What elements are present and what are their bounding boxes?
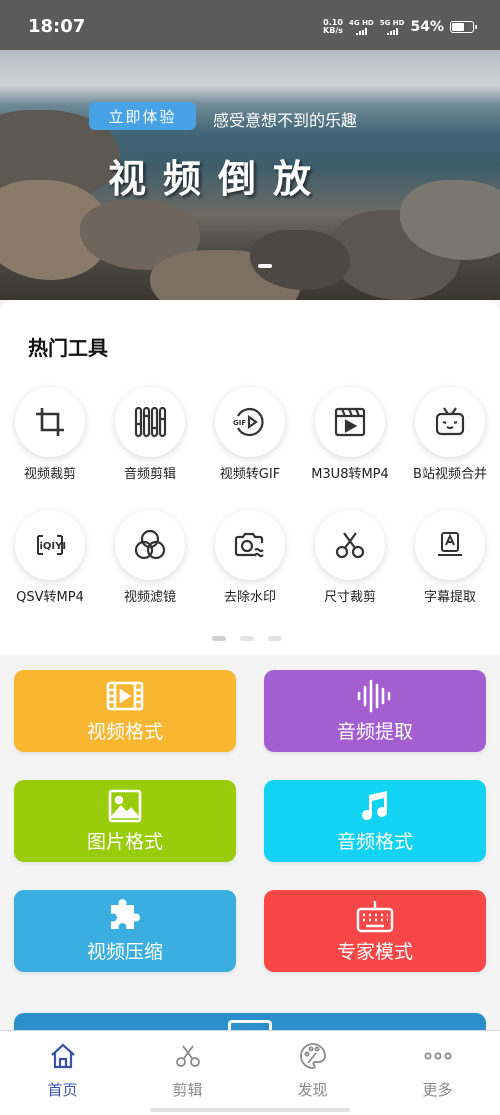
scissors-icon bbox=[315, 510, 385, 580]
tool-subtitle-extract[interactable]: 字幕提取 bbox=[400, 510, 500, 605]
tile-label: 音频提取 bbox=[336, 720, 413, 743]
camera-wave-icon bbox=[215, 510, 285, 580]
tile-label: 视频格式 bbox=[86, 720, 163, 743]
nav-label: 剪辑 bbox=[172, 1081, 203, 1099]
tool-m3u8-to-mp4[interactable]: M3U8转MP4 bbox=[300, 387, 400, 482]
tool-label: 视频转GIF bbox=[219, 467, 281, 482]
tool-video-to-gif[interactable]: GIF 视频转GIF bbox=[200, 387, 300, 482]
banner-title: 视频倒放 bbox=[108, 156, 329, 201]
tool-label: 音频剪辑 bbox=[123, 467, 176, 482]
tool-bilibili-merge[interactable]: B站视频合并 bbox=[400, 387, 500, 482]
status-bar: 18:07 0.10 KB/s 4G HD 5G HD 54% bbox=[0, 0, 500, 50]
more-dots-icon bbox=[424, 1052, 451, 1060]
status-indicators: 0.10 KB/s 4G HD 5G HD 54% bbox=[323, 18, 477, 35]
video-compress-tile[interactable]: 视频压缩 bbox=[14, 890, 236, 972]
gif-icon: GIF bbox=[215, 387, 285, 457]
crop-icon bbox=[15, 387, 85, 457]
keyboard-icon bbox=[356, 900, 394, 932]
battery-icon bbox=[450, 21, 477, 33]
tool-label: 去除水印 bbox=[223, 590, 276, 605]
tool-video-filter[interactable]: 视频滤镜 bbox=[100, 510, 200, 605]
home-indicator bbox=[150, 1108, 350, 1112]
music-note-icon bbox=[362, 790, 387, 820]
hot-tools-panel: 热门工具 视频裁剪 音频剪辑 GIF 视频转GIF M3U8转MP4 B站视频合… bbox=[0, 300, 500, 655]
puzzle-icon bbox=[111, 898, 140, 929]
tool-label: B站视频合并 bbox=[413, 467, 487, 482]
equalizer-icon bbox=[115, 387, 185, 457]
signal-4g: 4G HD bbox=[349, 18, 374, 35]
filter-circles-icon bbox=[115, 510, 185, 580]
network-speed: 0.10 KB/s bbox=[323, 19, 343, 35]
tile-label: 视频压缩 bbox=[86, 940, 163, 963]
film-icon bbox=[106, 681, 144, 710]
tile-label: 图片格式 bbox=[86, 830, 163, 853]
tool-remove-watermark[interactable]: 去除水印 bbox=[200, 510, 300, 605]
tool-label: 字幕提取 bbox=[423, 590, 476, 605]
signal-5g-label: 5G HD bbox=[379, 18, 405, 27]
scissors-icon bbox=[175, 1045, 200, 1067]
nav-home[interactable]: 首页 bbox=[0, 1031, 125, 1115]
nav-edit[interactable]: 剪辑 bbox=[125, 1031, 250, 1115]
nav-label: 更多 bbox=[422, 1081, 453, 1099]
tool-audio-edit[interactable]: 音频剪辑 bbox=[100, 387, 200, 482]
nav-label: 发现 bbox=[297, 1081, 328, 1099]
palette-icon bbox=[299, 1043, 326, 1069]
tool-label: M3U8转MP4 bbox=[311, 467, 389, 482]
banner-subtitle: 感受意想不到的乐趣 bbox=[213, 111, 358, 130]
signal-bars-icon bbox=[386, 27, 398, 35]
bottom-navigation: 首页 剪辑 发现 更多 bbox=[0, 1030, 500, 1115]
promo-banner[interactable]: 立即体验 感受意想不到的乐趣 视频倒放 bbox=[0, 50, 500, 300]
iqiyi-icon: iQIYI bbox=[15, 510, 85, 580]
tile-label: 音频格式 bbox=[336, 830, 413, 853]
tool-qsv-to-mp4[interactable]: iQIYI QSV转MP4 bbox=[0, 510, 100, 605]
video-format-tile[interactable]: 视频格式 bbox=[14, 670, 236, 752]
svg-text:GIF: GIF bbox=[233, 419, 246, 427]
try-now-button[interactable]: 立即体验 bbox=[89, 102, 196, 130]
signal-bars-icon bbox=[355, 27, 367, 35]
tool-video-crop[interactable]: 视频裁剪 bbox=[0, 387, 100, 482]
banner-page-indicator bbox=[258, 264, 272, 268]
signal-4g-label: 4G HD bbox=[349, 18, 374, 27]
tool-label: 视频裁剪 bbox=[23, 467, 76, 482]
audio-wave-icon bbox=[357, 679, 391, 712]
battery-percent: 54% bbox=[410, 19, 444, 35]
tool-size-crop[interactable]: 尺寸裁剪 bbox=[300, 510, 400, 605]
nav-discover[interactable]: 发现 bbox=[250, 1031, 375, 1115]
home-icon bbox=[50, 1043, 75, 1069]
audio-format-tile[interactable]: 音频格式 bbox=[264, 780, 486, 862]
video-clapper-icon bbox=[315, 387, 385, 457]
network-speed-unit: KB/s bbox=[323, 26, 344, 35]
tool-label: 尺寸裁剪 bbox=[323, 590, 376, 605]
nav-label: 首页 bbox=[47, 1081, 78, 1099]
tile-label: 专家模式 bbox=[336, 940, 413, 963]
audio-extract-tile[interactable]: 音频提取 bbox=[264, 670, 486, 752]
expert-mode-tile[interactable]: 专家模式 bbox=[264, 890, 486, 972]
image-icon bbox=[108, 789, 142, 822]
bilibili-tv-icon bbox=[415, 387, 485, 457]
image-format-tile[interactable]: 图片格式 bbox=[14, 780, 236, 862]
svg-text:iQIYI: iQIYI bbox=[40, 541, 67, 552]
signal-5g: 5G HD bbox=[379, 18, 405, 35]
tool-label: 视频滤镜 bbox=[123, 590, 176, 605]
nav-more[interactable]: 更多 bbox=[375, 1031, 500, 1115]
tool-label: QSV转MP4 bbox=[16, 590, 84, 605]
hot-tools-heading: 热门工具 bbox=[28, 336, 108, 360]
status-time: 18:07 bbox=[28, 16, 86, 37]
tools-page-indicator bbox=[212, 636, 282, 641]
subtitle-icon bbox=[415, 510, 485, 580]
